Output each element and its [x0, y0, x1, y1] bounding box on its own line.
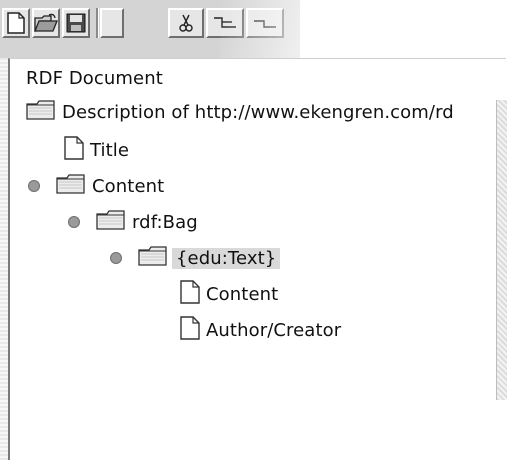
folder-icon	[138, 246, 168, 270]
new-document-button[interactable]	[2, 8, 30, 38]
tree-node-description[interactable]: Description of http://www.ekengren.com/r…	[26, 99, 506, 125]
tree-node-author-creator[interactable]: Author/Creator	[180, 316, 342, 344]
cut-button-2[interactable]	[168, 8, 204, 38]
rdf-tree-panel: RDF Document Description of http://www.e…	[8, 58, 506, 460]
scissors-icon	[178, 14, 194, 32]
toolbar-separator	[96, 8, 99, 38]
tree-node-label: rdf:Bag	[132, 211, 198, 233]
tree-node-label: Content	[206, 283, 279, 305]
expand-handle-icon[interactable]	[28, 180, 40, 192]
expand-handle-icon[interactable]	[68, 216, 80, 228]
blank-page-icon	[7, 12, 25, 34]
tree-node-label: Content	[92, 175, 165, 197]
left-gutter	[0, 58, 8, 460]
save-button[interactable]	[62, 8, 90, 38]
folder-icon	[96, 210, 126, 234]
tree-root-label: RDF Document	[26, 67, 163, 89]
open-folder-icon	[34, 13, 58, 33]
tree-node-edu-text[interactable]: {edu:Text}	[110, 245, 281, 271]
tree-node-rdf-bag[interactable]: rdf:Bag	[68, 209, 198, 235]
tree-node-content-doc[interactable]: Content	[180, 280, 279, 308]
floppy-disk-icon	[66, 13, 86, 33]
tree-node-label: Title	[90, 139, 130, 161]
document-icon	[180, 316, 200, 344]
tree-node-title[interactable]: Title	[64, 136, 130, 164]
toolbar	[0, 0, 514, 60]
tree-node-label: Author/Creator	[206, 319, 342, 341]
folder-icon	[56, 174, 86, 198]
tree-root[interactable]: RDF Document	[26, 65, 163, 91]
tree-node-content-folder[interactable]: Content	[28, 173, 164, 199]
open-folder-button[interactable]	[32, 8, 60, 38]
toolbar-fade	[220, 0, 514, 60]
document-icon	[64, 136, 84, 164]
document-icon	[180, 280, 200, 308]
vertical-scrollbar[interactable]	[496, 100, 507, 400]
folder-icon	[26, 100, 56, 124]
expand-handle-icon[interactable]	[110, 252, 122, 264]
cut-button[interactable]	[100, 8, 124, 38]
tree-node-label-selected: {edu:Text}	[172, 247, 281, 269]
tree-node-label: Description of http://www.ekengren.com/r…	[62, 101, 454, 123]
